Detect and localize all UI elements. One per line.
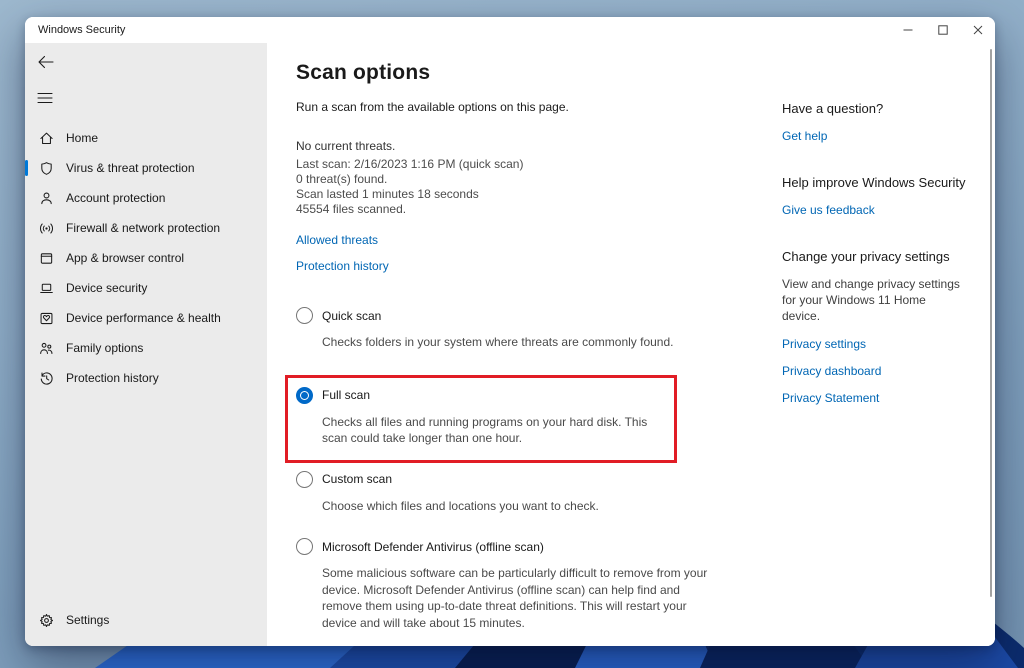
family-icon: [38, 340, 54, 356]
sidebar-item-label: Home: [66, 131, 98, 145]
sidebar-item-home[interactable]: Home: [25, 123, 267, 153]
minimize-icon: [903, 25, 913, 35]
sidebar-item-settings[interactable]: Settings: [25, 605, 267, 635]
privacy-dashboard-link[interactable]: Privacy dashboard: [782, 364, 982, 378]
quick-scan-label: Quick scan: [322, 309, 381, 323]
back-button[interactable]: [37, 55, 57, 71]
privacy-heading: Change your privacy settings: [782, 249, 982, 264]
sidebar-item-label: Settings: [66, 613, 109, 627]
sidebar-item-label: Family options: [66, 341, 143, 355]
scan-status: No current threats. Last scan: 2/16/2023…: [296, 139, 756, 217]
sidebar-item-label: Device security: [66, 281, 147, 295]
person-icon: [38, 190, 54, 206]
custom-scan-label: Custom scan: [322, 472, 392, 486]
sidebar-item-family-options[interactable]: Family options: [25, 333, 267, 363]
scan-options-group: Quick scan Checks folders in your system…: [296, 307, 756, 631]
defender-offline-scan-description: Some malicious software can be particula…: [322, 565, 720, 631]
sidebar-item-label: Firewall & network protection: [66, 221, 220, 235]
main-content: Scan options Run a scan from the availab…: [267, 43, 995, 646]
status-no-threats: No current threats.: [296, 139, 756, 154]
shield-icon: [38, 160, 54, 176]
privacy-settings-link[interactable]: Privacy settings: [782, 337, 982, 351]
status-threats-found: 0 threat(s) found.: [296, 172, 756, 187]
sidebar-settings: Settings: [25, 605, 267, 635]
get-help-link[interactable]: Get help: [782, 129, 982, 143]
history-icon: [38, 370, 54, 386]
scrollbar[interactable]: [990, 49, 992, 597]
maximize-icon: [938, 25, 948, 35]
close-icon: [973, 25, 983, 35]
option-full-scan: Full scan Checks all files and running p…: [296, 387, 664, 447]
sidebar-item-label: App & browser control: [66, 251, 184, 265]
desktop: Windows Security: [0, 0, 1024, 668]
home-icon: [38, 130, 54, 146]
page-subtitle: Run a scan from the available options on…: [296, 100, 756, 114]
close-button[interactable]: [960, 17, 995, 43]
titlebar[interactable]: Windows Security: [25, 17, 995, 43]
privacy-section: Change your privacy settings View and ch…: [782, 249, 982, 405]
full-scan-highlight-box: Full scan Checks all files and running p…: [285, 375, 677, 463]
sidebar-nav: Home Virus & threat protection Account p…: [25, 123, 267, 393]
question-section: Have a question? Get help: [782, 101, 982, 143]
device-health-icon: [38, 310, 54, 326]
laptop-icon: [38, 280, 54, 296]
sidebar: Home Virus & threat protection Account p…: [25, 43, 267, 646]
network-waves-icon: [38, 220, 54, 236]
sidebar-item-device-security[interactable]: Device security: [25, 273, 267, 303]
sidebar-item-label: Virus & threat protection: [66, 161, 195, 175]
option-defender-offline-scan: Microsoft Defender Antivirus (offline sc…: [296, 538, 756, 631]
page-title: Scan options: [296, 61, 756, 85]
gear-icon: [38, 612, 54, 628]
option-custom-scan: Custom scan Choose which files and locat…: [296, 471, 756, 515]
question-heading: Have a question?: [782, 101, 982, 116]
hamburger-icon: [37, 92, 53, 104]
full-scan-description: Checks all files and running programs on…: [322, 414, 664, 447]
sidebar-item-app-browser-control[interactable]: App & browser control: [25, 243, 267, 273]
defender-offline-scan-radio[interactable]: [296, 538, 313, 555]
custom-scan-radio[interactable]: [296, 471, 313, 488]
option-quick-scan: Quick scan Checks folders in your system…: [296, 307, 756, 351]
sidebar-item-label: Protection history: [66, 371, 159, 385]
sidebar-item-label: Device performance & health: [66, 311, 221, 325]
maximize-button[interactable]: [925, 17, 960, 43]
full-scan-radio[interactable]: [296, 387, 313, 404]
give-feedback-link[interactable]: Give us feedback: [782, 203, 982, 217]
windows-security-window: Windows Security: [25, 17, 995, 646]
status-duration: Scan lasted 1 minutes 18 seconds: [296, 187, 756, 202]
back-arrow-icon: [37, 55, 55, 69]
window-controls: [890, 17, 995, 43]
menu-button[interactable]: [37, 91, 57, 105]
status-files-scanned: 45554 files scanned.: [296, 202, 756, 217]
sidebar-item-device-performance-health[interactable]: Device performance & health: [25, 303, 267, 333]
sidebar-item-account-protection[interactable]: Account protection: [25, 183, 267, 213]
privacy-body: View and change privacy settings for you…: [782, 276, 960, 324]
quick-scan-description: Checks folders in your system where thre…: [322, 334, 720, 351]
app-window-icon: [38, 250, 54, 266]
feedback-section: Help improve Windows Security Give us fe…: [782, 175, 982, 217]
privacy-links: Privacy settings Privacy dashboard Priva…: [782, 337, 982, 405]
sidebar-item-protection-history[interactable]: Protection history: [25, 363, 267, 393]
feedback-heading: Help improve Windows Security: [782, 175, 982, 190]
window-title: Windows Security: [38, 24, 125, 36]
full-scan-label: Full scan: [322, 388, 370, 402]
status-last-scan: Last scan: 2/16/2023 1:16 PM (quick scan…: [296, 157, 756, 172]
privacy-statement-link[interactable]: Privacy Statement: [782, 391, 982, 405]
sidebar-item-virus-threat-protection[interactable]: Virus & threat protection: [25, 153, 267, 183]
sidebar-item-firewall-network[interactable]: Firewall & network protection: [25, 213, 267, 243]
allowed-threats-link[interactable]: Allowed threats: [296, 233, 378, 247]
protection-history-link[interactable]: Protection history: [296, 259, 389, 273]
custom-scan-description: Choose which files and locations you wan…: [322, 498, 720, 515]
minimize-button[interactable]: [890, 17, 925, 43]
sidebar-item-label: Account protection: [66, 191, 165, 205]
defender-offline-scan-label: Microsoft Defender Antivirus (offline sc…: [322, 540, 544, 554]
quick-scan-radio[interactable]: [296, 307, 313, 324]
help-panel: Have a question? Get help Help improve W…: [782, 101, 982, 437]
